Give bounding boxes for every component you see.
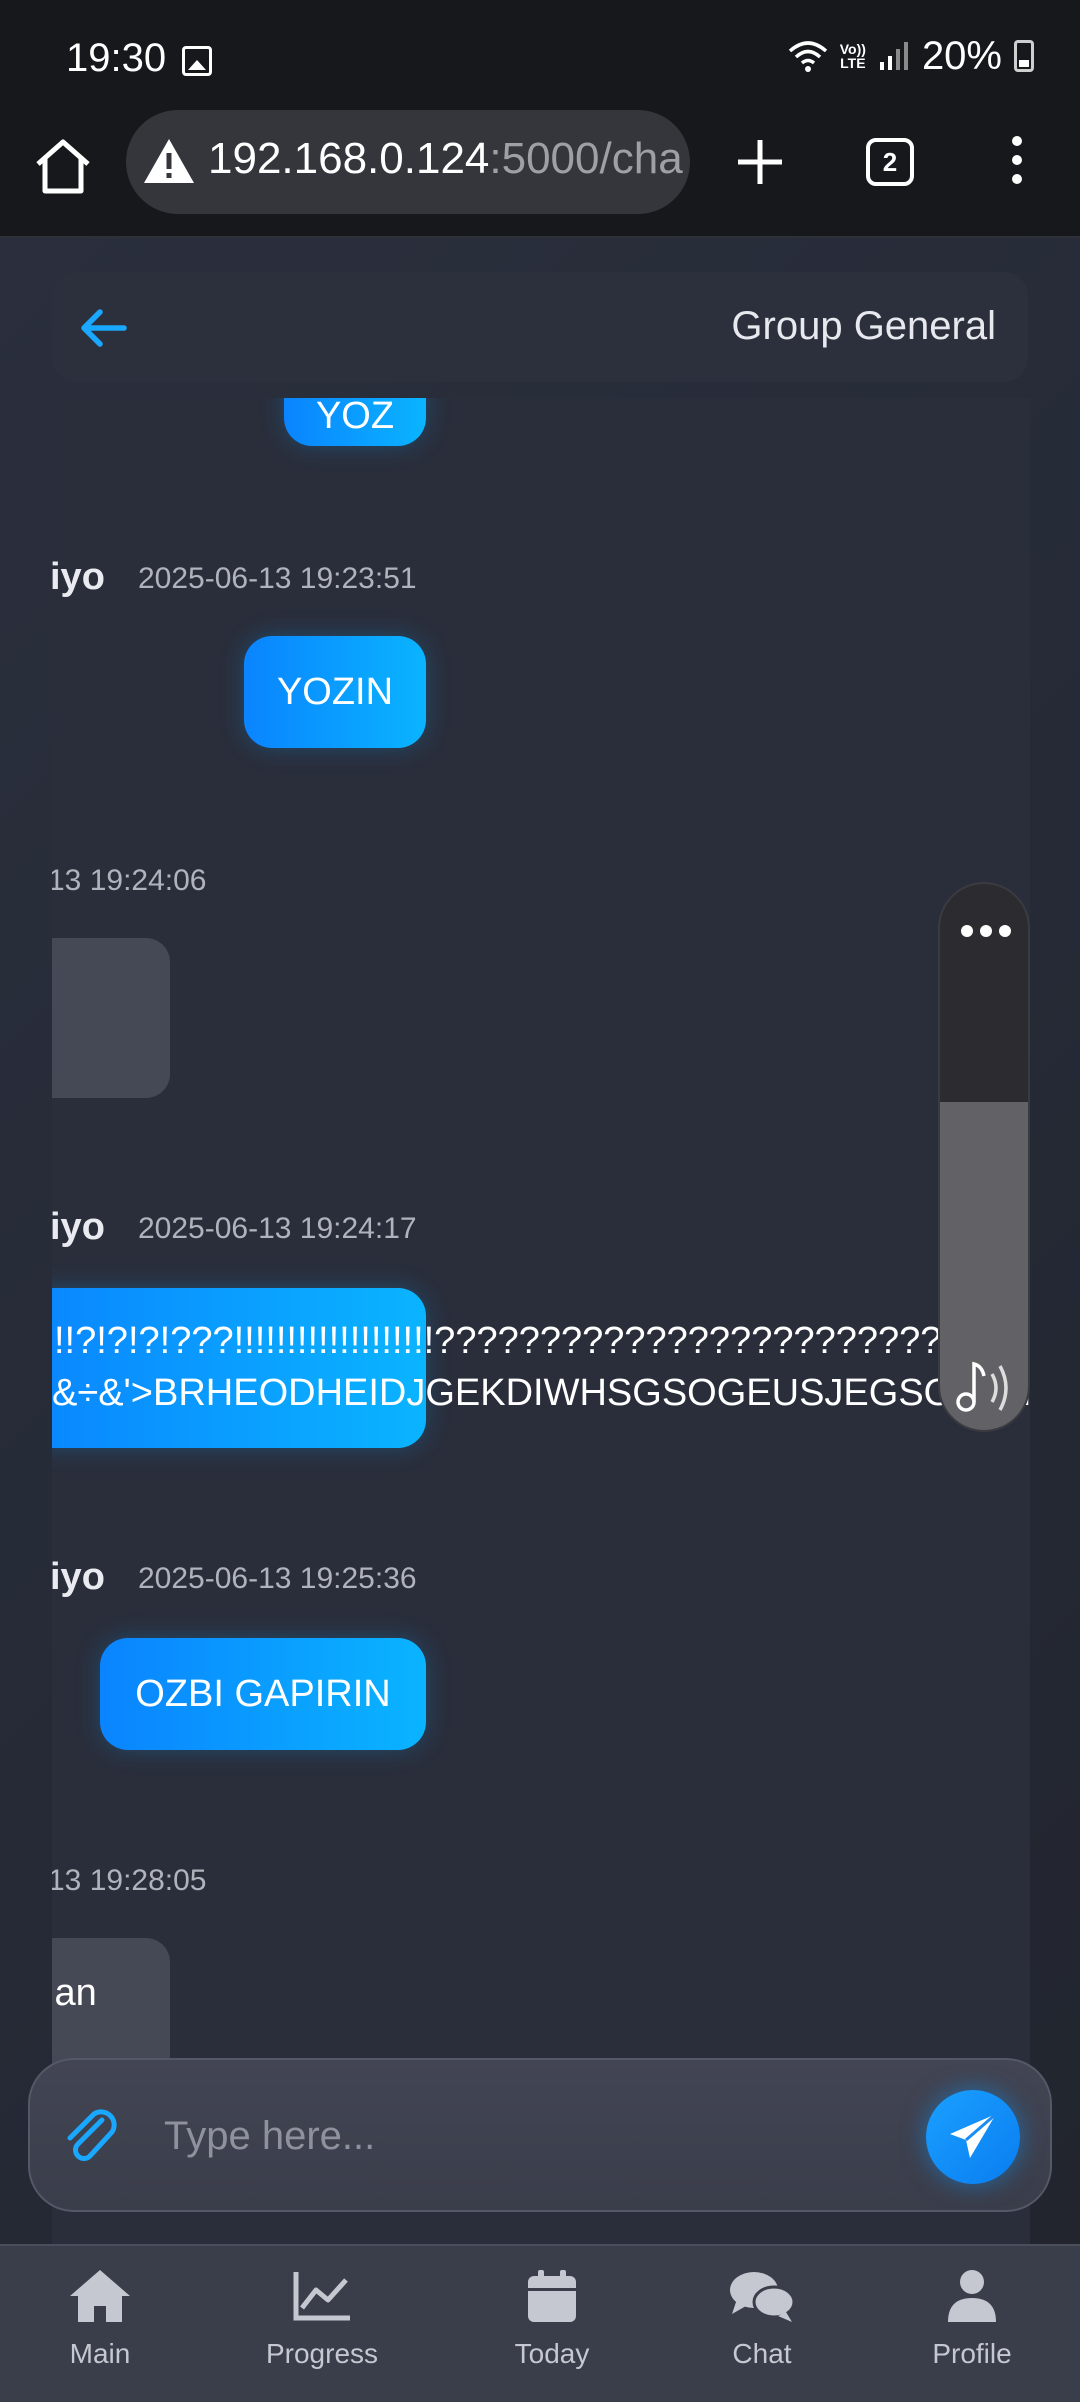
nav-item-progress[interactable]: Progress: [242, 2268, 402, 2370]
signal-icon: [879, 42, 908, 70]
message-list[interactable]: YOZ iyo 2025-06-13 19:23:51 YOZIN 13 19:…: [52, 398, 1030, 2244]
nav-item-today[interactable]: Today: [472, 2268, 632, 2370]
back-arrow-icon[interactable]: [74, 298, 134, 358]
nav-label: Main: [69, 2338, 131, 2369]
more-options-icon[interactable]: [960, 924, 1012, 938]
message-sender: iyo: [52, 556, 105, 598]
message-timestamp: 13 19:28:05: [52, 1864, 207, 1897]
nav-item-profile[interactable]: Profile: [892, 2268, 1052, 2370]
nav-label: Chat: [732, 2338, 792, 2369]
browser-toolbar: 192.168.0.124:5000/cha 2: [0, 110, 1080, 238]
message-sender: iyo: [52, 1206, 105, 1248]
bottom-nav: Main Progress Today Chat Profile: [0, 2244, 1080, 2402]
send-button[interactable]: [926, 2090, 1020, 2184]
message-bubble: [52, 1288, 426, 1448]
battery-icon: [1014, 40, 1034, 72]
chat-bubbles-icon: [730, 2272, 796, 2322]
user-icon: [948, 2270, 996, 2322]
message-timestamp: 2025-06-13 19:23:51: [138, 562, 417, 595]
audio-control-panel[interactable]: [938, 882, 1030, 1432]
nav-label: Today: [514, 2338, 590, 2369]
home-icon[interactable]: [30, 134, 96, 200]
image-notification-icon: [182, 46, 212, 76]
message-sender: iyo: [52, 1556, 105, 1598]
message-bubble-other: [52, 938, 170, 1098]
status-bar: 19:30 Vo)) LTE 20%: [0, 0, 1080, 110]
url-text: 192.168.0.124:5000/cha: [208, 134, 683, 183]
home-icon: [70, 2270, 130, 2322]
browser-menu-icon[interactable]: [1002, 130, 1032, 194]
warning-icon[interactable]: [142, 136, 196, 186]
message-composer: [28, 2058, 1052, 2212]
message-timestamp: 2025-06-13 19:24:17: [138, 1212, 417, 1245]
new-tab-icon[interactable]: [730, 132, 790, 192]
message-text: &÷&'>BRHEODHEIDJGEKDIWHSGSOGEUSJEGSOKEH: [52, 1372, 1030, 1414]
chart-line-icon: [293, 2272, 350, 2321]
nav-item-chat[interactable]: Chat: [682, 2268, 842, 2370]
nav-label: Progress: [265, 2338, 379, 2369]
status-icons: Vo)) LTE 20%: [788, 34, 1034, 78]
paperclip-icon[interactable]: [58, 2102, 124, 2168]
status-time: 19:30: [66, 36, 167, 80]
message-input[interactable]: [162, 2102, 926, 2170]
tab-switcher-button[interactable]: 2: [866, 138, 914, 186]
send-icon: [950, 2112, 997, 2158]
chat-header: Group General: [52, 272, 1028, 382]
address-bar[interactable]: 192.168.0.124:5000/cha: [126, 110, 690, 214]
nav-label: Profile: [932, 2338, 1012, 2369]
nav-item-main[interactable]: Main: [20, 2268, 180, 2370]
message-timestamp: 13 19:24:06: [52, 864, 207, 897]
calendar-icon: [528, 2270, 576, 2322]
message-bubble: YOZ: [284, 398, 426, 446]
lte-indicator: Vo)) LTE: [839, 41, 866, 71]
chat-page: Group General YOZ iyo 2025-06-13 19:23:5…: [0, 238, 1080, 2244]
message-bubble: YOZIN: [244, 636, 426, 748]
music-volume-icon[interactable]: [954, 1352, 1018, 1416]
message-timestamp: 2025-06-13 19:25:36: [138, 1562, 417, 1595]
wifi-icon: [788, 41, 827, 72]
message-bubble: OZBI GAPIRIN: [100, 1638, 426, 1750]
battery-percent: 20%: [921, 33, 1002, 78]
chat-title: Group General: [731, 304, 996, 348]
message-text: !!?!?!?!???!!!!!!!!!!!!!!!!!!!??????????…: [54, 1320, 1026, 1362]
